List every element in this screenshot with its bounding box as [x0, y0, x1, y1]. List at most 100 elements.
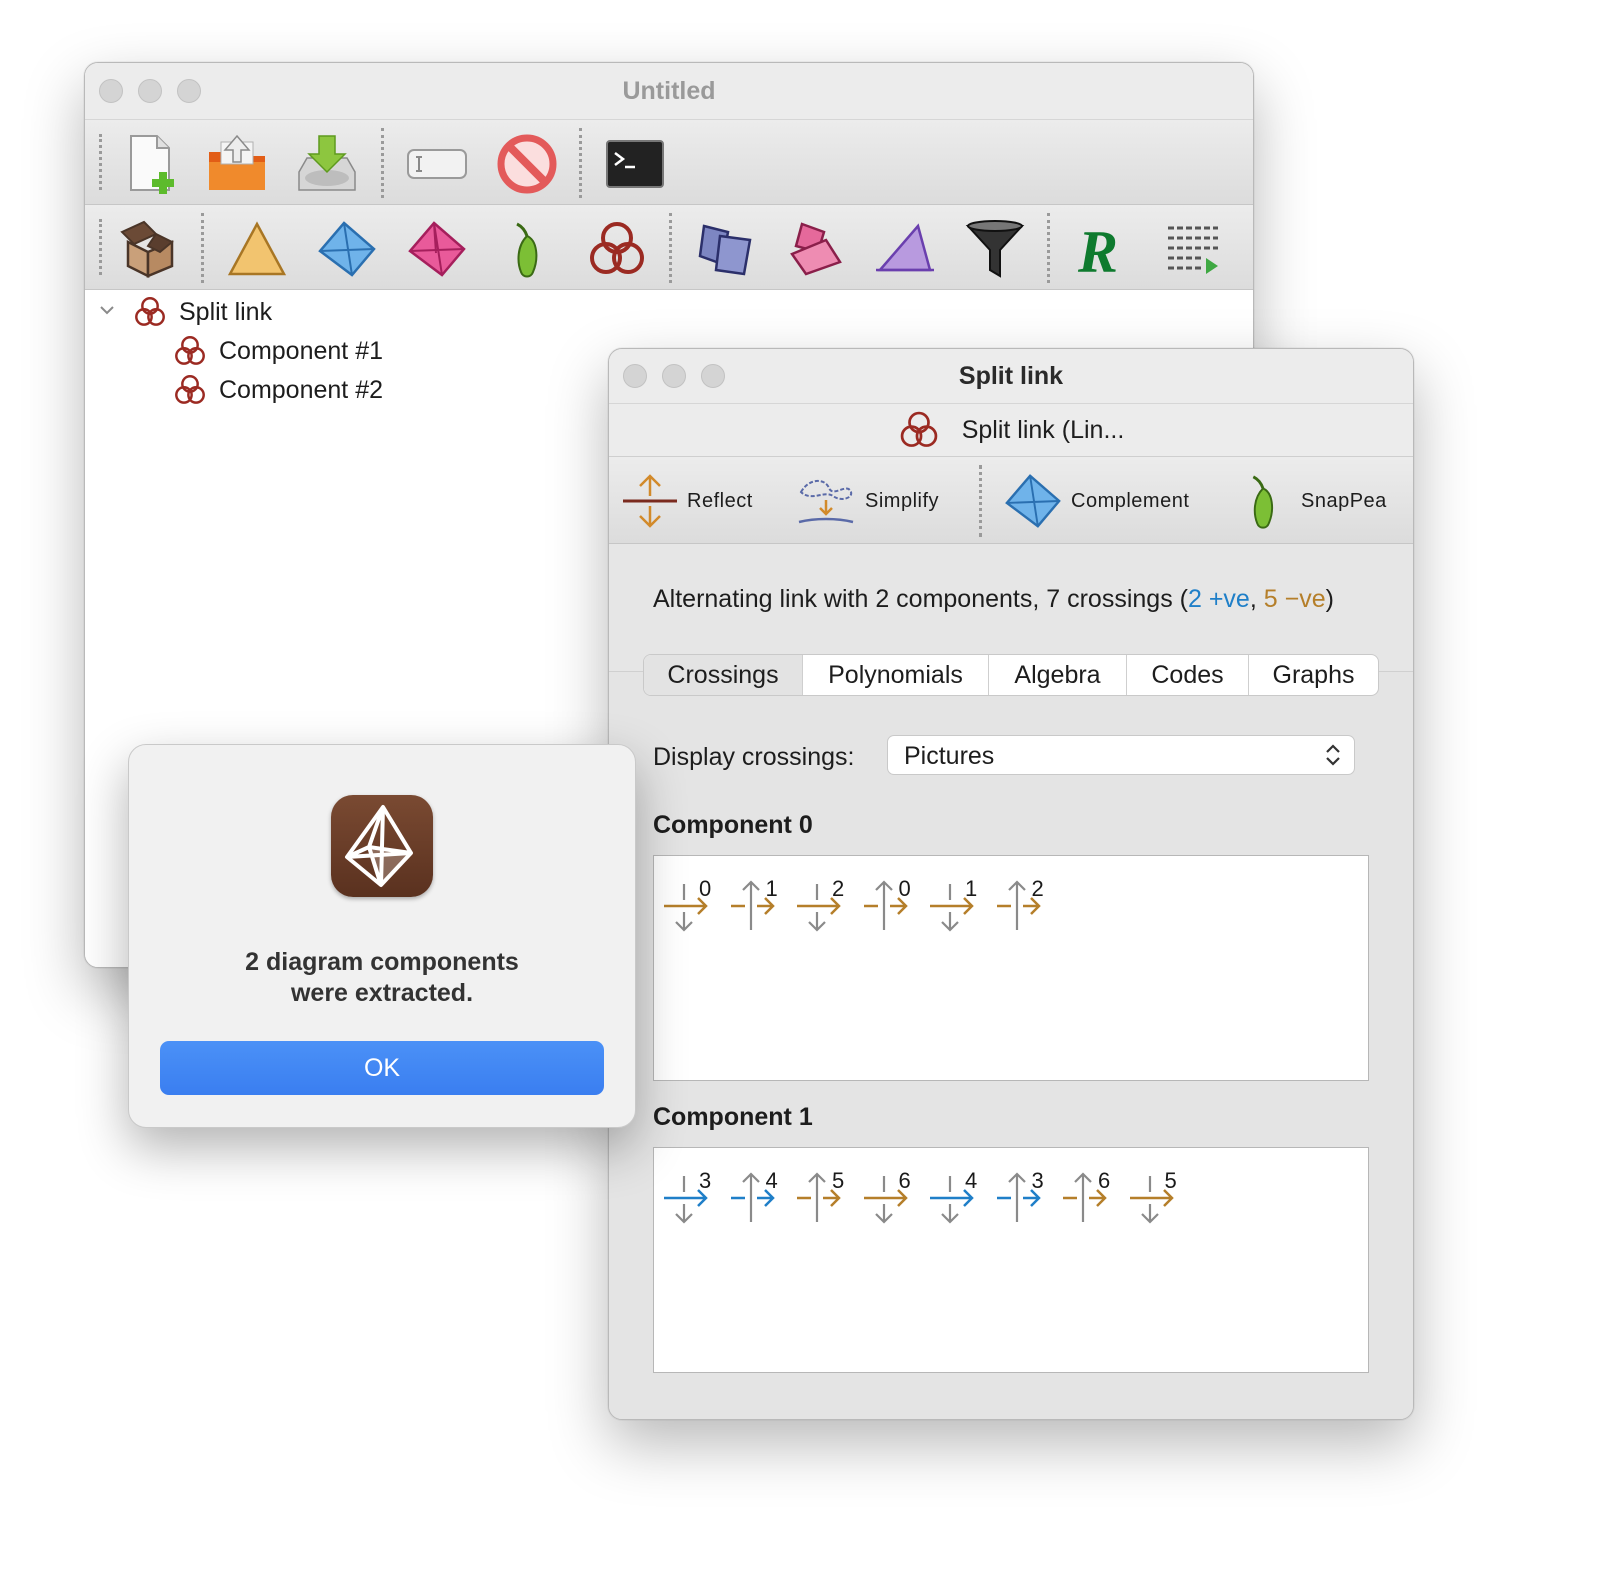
snappea-button[interactable]: SnapPea: [1243, 471, 1387, 531]
crossing-index: 4: [765, 1168, 778, 1193]
simplify-label: Simplify: [865, 489, 940, 512]
crossing-picture: 5: [795, 1158, 861, 1222]
crossing-index: 6: [1098, 1168, 1111, 1193]
snappea-label: SnapPea: [1301, 489, 1387, 512]
r-script-icon[interactable]: R: [1067, 213, 1139, 285]
tree-item-split-link[interactable]: Split link: [133, 294, 272, 330]
main-titlebar: Untitled: [85, 63, 1253, 120]
tab-bar: Crossings Polynomials Algebra Codes Grap…: [643, 654, 1379, 696]
text-document-icon[interactable]: [1157, 213, 1229, 285]
filter-funnel-icon[interactable]: [959, 213, 1031, 285]
reflect-button[interactable]: Reflect: [621, 471, 753, 531]
crossing-index: 1: [965, 876, 978, 901]
link-summary: Alternating link with 2 components, 7 cr…: [653, 585, 1334, 613]
tree-item-component-1[interactable]: Component #1: [173, 333, 383, 369]
snappea-pepper-icon: [1252, 475, 1274, 529]
hypersurfaces-icon[interactable]: [779, 213, 851, 285]
ok-button[interactable]: OK: [160, 1041, 604, 1095]
crossing-index: 1: [765, 876, 778, 901]
crossing-picture: 6: [1061, 1158, 1127, 1222]
toolbar-grip: [99, 134, 102, 190]
svg-text:R: R: [1077, 219, 1118, 280]
window-title: Untitled: [622, 76, 716, 105]
tab-graphs[interactable]: Graphs: [1248, 655, 1378, 695]
tab-crossings[interactable]: Crossings: [644, 655, 802, 695]
tab-polynomials[interactable]: Polynomials: [802, 655, 988, 695]
reflect-label: Reflect: [687, 489, 753, 512]
crossing-picture: 2: [995, 866, 1061, 930]
crossing-index: 2: [1031, 876, 1044, 901]
tree-item-label: Component #2: [219, 375, 384, 404]
crossing-index: 5: [1164, 1168, 1177, 1193]
tree-item-component-2[interactable]: Component #2: [173, 372, 383, 408]
packet-header: Split link (Lin...: [609, 404, 1413, 457]
terminal-icon[interactable]: [599, 128, 671, 200]
rename-field-icon[interactable]: [401, 128, 473, 200]
file-toolbar: [85, 120, 1253, 205]
alert-message: 2 diagram components were extracted.: [245, 948, 519, 1007]
save-download-icon[interactable]: [291, 128, 363, 200]
toolbar-separator: [381, 128, 384, 198]
snappea-pepper-icon[interactable]: [491, 213, 563, 285]
triangulation-4d-icon[interactable]: [401, 213, 473, 285]
crossing-index: 0: [699, 876, 712, 901]
toolbar-separator: [979, 465, 982, 537]
simplify-button[interactable]: Simplify: [795, 471, 939, 531]
link-trefoil-icon[interactable]: [581, 213, 653, 285]
positive-crossings: 2 +ve: [1187, 585, 1250, 613]
crossing-picture: 0: [662, 866, 728, 932]
tab-algebra[interactable]: Algebra: [988, 655, 1126, 695]
component-1-heading: Component 1: [653, 1103, 813, 1131]
triangulation-3d-icon[interactable]: [311, 213, 383, 285]
crossing-picture: 3: [995, 1158, 1061, 1222]
crossing-index: 3: [699, 1168, 712, 1193]
crossing-index: 3: [1031, 1168, 1044, 1193]
container-box-icon[interactable]: [113, 213, 185, 285]
new-document-icon[interactable]: [117, 128, 189, 200]
link-actions-toolbar: Reflect Simplify Complement SnapPea: [609, 457, 1413, 544]
complement-label: Complement: [1071, 489, 1190, 512]
link-window: Split link Split link (Lin... Reflect Si…: [608, 348, 1414, 1420]
delete-prohibited-icon[interactable]: [491, 128, 563, 200]
crossing-picture: 1: [928, 866, 994, 932]
negative-crossings: 5 −ve: [1263, 585, 1326, 613]
crossing-picture: 3: [662, 1158, 728, 1224]
toolbar-separator: [201, 213, 204, 283]
display-crossings-label: Display crossings:: [653, 743, 855, 771]
component-0-heading: Component 0: [653, 811, 813, 839]
angle-structures-icon[interactable]: [869, 213, 941, 285]
simplify-icon: [798, 480, 854, 524]
crossing-picture: 4: [928, 1158, 994, 1224]
open-folder-icon[interactable]: [201, 128, 273, 200]
packet-header-label: Split link (Lin...: [961, 415, 1125, 444]
component-0-crossings: 0 1 2 0 1 2: [653, 855, 1369, 1081]
reflect-icon: [623, 474, 677, 528]
crossing-picture: 5: [1128, 1158, 1194, 1224]
crossing-index: 0: [898, 876, 911, 901]
complement-button[interactable]: Complement: [1003, 471, 1189, 531]
window-title: Split link: [958, 361, 1064, 390]
surfaces-icon[interactable]: [689, 213, 761, 285]
link-titlebar: Split link: [609, 349, 1413, 404]
component-1-crossings: 3 4 5 6 4 3 6 5: [653, 1147, 1369, 1373]
crossing-index: 6: [898, 1168, 911, 1193]
link-trefoil-icon: [135, 297, 165, 326]
tree-item-label: Component #1: [219, 336, 384, 365]
crossing-picture: 4: [729, 1158, 795, 1222]
tab-codes[interactable]: Codes: [1126, 655, 1248, 695]
triangulation-2d-icon[interactable]: [221, 213, 293, 285]
display-crossings-select[interactable]: Pictures: [887, 735, 1355, 775]
expand-chevron-icon[interactable]: [97, 300, 117, 320]
crossing-picture: 6: [862, 1158, 928, 1224]
tree-item-label: Split link: [179, 297, 273, 326]
toolbar-separator: [579, 128, 582, 198]
crossing-index: 4: [965, 1168, 978, 1193]
crossing-index: 2: [832, 876, 845, 901]
alert-dialog: 2 diagram components were extracted. OK: [128, 744, 636, 1128]
toolbar-separator: [1047, 213, 1050, 283]
crossing-index: 5: [832, 1168, 845, 1193]
crossing-picture: 2: [795, 866, 861, 932]
link-trefoil-icon: [175, 375, 205, 404]
crossing-picture: 1: [729, 866, 795, 930]
chevron-up-down-icon: [1326, 744, 1340, 766]
